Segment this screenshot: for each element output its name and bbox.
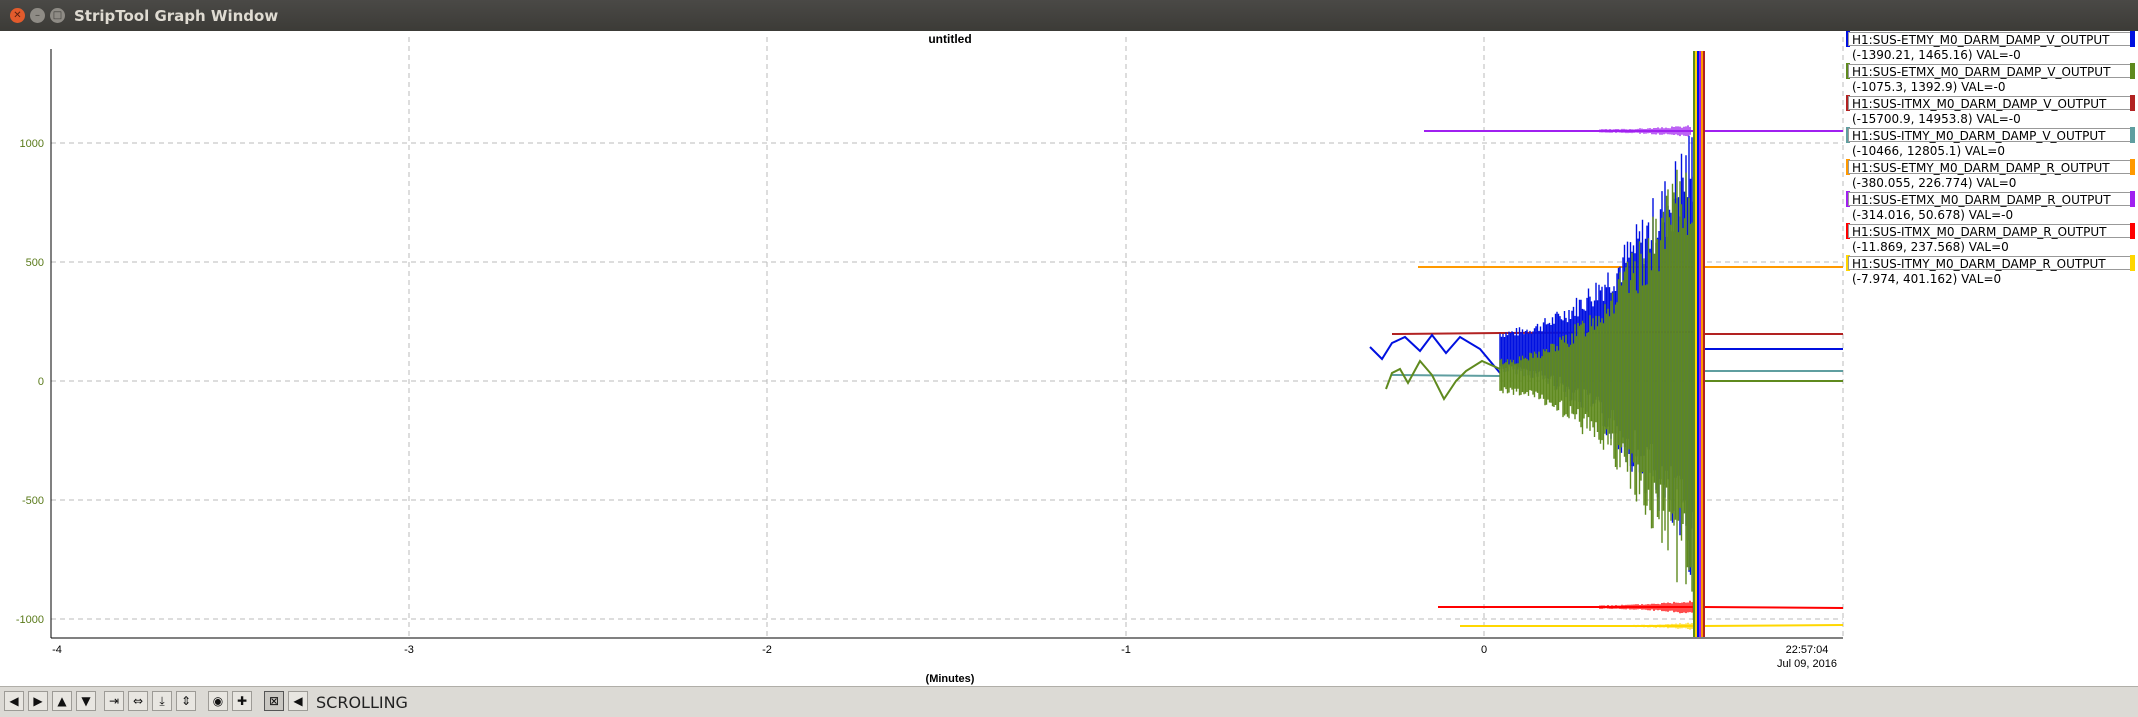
- legend-swatch: [2130, 63, 2135, 79]
- window-title: StripTool Graph Window: [74, 7, 279, 25]
- legend-range: (-11.869, 237.568) VAL=0: [1852, 240, 2009, 254]
- y-tick-label: 500: [26, 257, 44, 269]
- zoom-out-vertical-button[interactable]: ⇕: [176, 691, 196, 711]
- legend-signal-name: H1:SUS-ITMX_M0_DARM_DAMP_R_OUTPUT: [1848, 224, 2131, 239]
- legend-signal-name: H1:SUS-ITMX_M0_DARM_DAMP_V_OUTPUT: [1848, 96, 2131, 111]
- legend-range: (-15700.9, 14953.8) VAL=-0: [1852, 112, 2021, 126]
- scroll-up-button[interactable]: ▲: [52, 691, 72, 711]
- scroll-right-button[interactable]: ▶: [28, 691, 48, 711]
- auto-scale-button[interactable]: ◉: [208, 691, 228, 711]
- title-bar: ✕ – □ StripTool Graph Window: [0, 0, 2138, 31]
- legend-item[interactable]: H1:SUS-ITMX_M0_DARM_DAMP_V_OUTPUT (-1570…: [1846, 95, 2138, 127]
- zoom-out-horizontal-button[interactable]: ⇔: [128, 691, 148, 711]
- y-tick-labels: 1000 500 0 -500 -1000: [16, 138, 44, 626]
- legend-item[interactable]: H1:SUS-ITMY_M0_DARM_DAMP_R_OUTPUT (-7.97…: [1846, 255, 2138, 287]
- minimize-button[interactable]: –: [30, 8, 45, 23]
- legend-item[interactable]: H1:SUS-ETMX_M0_DARM_DAMP_R_OUTPUT (-314.…: [1846, 191, 2138, 223]
- close-button[interactable]: ✕: [10, 8, 25, 23]
- legend-signal-name: H1:SUS-ETMY_M0_DARM_DAMP_V_OUTPUT: [1848, 32, 2131, 47]
- legend-swatch: [2130, 191, 2135, 207]
- toolbar: ◀ ▶ ▲ ▼ ⇥ ⇔ ⤓ ⇕ ◉ ✚ ⊠ ◀ SCROLLING: [0, 686, 2138, 717]
- legend-item[interactable]: H1:SUS-ETMY_M0_DARM_DAMP_V_OUTPUT (-1390…: [1846, 31, 2138, 63]
- legend-item[interactable]: H1:SUS-ITMY_M0_DARM_DAMP_V_OUTPUT (-1046…: [1846, 127, 2138, 159]
- legend-signal-name: H1:SUS-ETMX_M0_DARM_DAMP_V_OUTPUT: [1848, 64, 2131, 79]
- legend-range: (-1390.21, 1465.16) VAL=-0: [1852, 48, 2021, 62]
- legend-range: (-380.055, 226.774) VAL=0: [1852, 176, 2017, 190]
- end-time-label: 22:57:04: [1786, 644, 1829, 656]
- y-tick-label: -1000: [16, 614, 44, 626]
- strip-chart[interactable]: untitled 1000 500 0 -500 -1000 -4 -3 -2 …: [0, 31, 1846, 686]
- x-tick-labels: -4 -3 -2 -1 0 22:57:04 Jul 09, 2016 (Min…: [52, 644, 1837, 685]
- reset-button[interactable]: ✚: [232, 691, 252, 711]
- legend-range: (-7.974, 401.162) VAL=0: [1852, 272, 2002, 286]
- legend-range: (-314.016, 50.678) VAL=-0: [1852, 208, 2014, 222]
- legend-swatch: [2130, 31, 2135, 47]
- graph-area[interactable]: untitled 1000 500 0 -500 -1000 -4 -3 -2 …: [0, 31, 2138, 686]
- y-tick-label: -500: [22, 495, 44, 507]
- traces: [1369, 51, 1844, 637]
- mode-label: SCROLLING: [316, 693, 408, 712]
- graph-title: untitled: [928, 32, 971, 46]
- legend-signal-name: H1:SUS-ETMY_M0_DARM_DAMP_R_OUTPUT: [1848, 160, 2131, 175]
- scrolling-mode-icon[interactable]: ⊠: [264, 691, 284, 711]
- legend-swatch: [2130, 159, 2135, 175]
- legend-item[interactable]: H1:SUS-ETMY_M0_DARM_DAMP_R_OUTPUT (-380.…: [1846, 159, 2138, 191]
- x-tick-label: -1: [1121, 644, 1131, 656]
- y-tick-label: 0: [38, 376, 44, 388]
- legend-item[interactable]: H1:SUS-ITMX_M0_DARM_DAMP_R_OUTPUT (-11.8…: [1846, 223, 2138, 255]
- legend-swatch: [2130, 95, 2135, 111]
- trace-etmy-v-start: [1369, 333, 1501, 374]
- legend-range: (-1075.3, 1392.9) VAL=-0: [1852, 80, 2006, 94]
- legend-swatch: [2130, 127, 2135, 143]
- legend-swatch: [2130, 223, 2135, 239]
- zoom-in-horizontal-button[interactable]: ⇥: [104, 691, 124, 711]
- legend-swatch: [2130, 255, 2135, 271]
- trace-etmx-v-start: [1385, 359, 1501, 401]
- legend-signal-name: H1:SUS-ITMY_M0_DARM_DAMP_V_OUTPUT: [1848, 128, 2131, 143]
- x-tick-label: -4: [52, 644, 62, 656]
- maximize-button[interactable]: □: [50, 8, 65, 23]
- legend-signal-name: H1:SUS-ETMX_M0_DARM_DAMP_R_OUTPUT: [1848, 192, 2131, 207]
- x-axis-label: (Minutes): [926, 673, 975, 685]
- scroll-down-button[interactable]: ▼: [76, 691, 96, 711]
- end-date-label: Jul 09, 2016: [1777, 658, 1837, 670]
- pause-scroll-button[interactable]: ◀: [288, 691, 308, 711]
- legend-signal-name: H1:SUS-ITMY_M0_DARM_DAMP_R_OUTPUT: [1848, 256, 2131, 271]
- legend: H1:SUS-ETMY_M0_DARM_DAMP_V_OUTPUT (-1390…: [1846, 31, 2138, 287]
- zoom-in-vertical-button[interactable]: ⤓: [152, 691, 172, 711]
- scroll-left-button[interactable]: ◀: [4, 691, 24, 711]
- legend-item[interactable]: H1:SUS-ETMX_M0_DARM_DAMP_V_OUTPUT (-1075…: [1846, 63, 2138, 95]
- legend-range: (-10466, 12805.1) VAL=0: [1852, 144, 2005, 158]
- x-tick-label: -3: [404, 644, 414, 656]
- oscillation-trace: [1499, 121, 1701, 620]
- x-tick-label: 0: [1481, 644, 1487, 656]
- trace-etmx-v-oscillation: [1499, 121, 1701, 620]
- y-tick-label: 1000: [20, 138, 44, 150]
- x-tick-label: -2: [762, 644, 772, 656]
